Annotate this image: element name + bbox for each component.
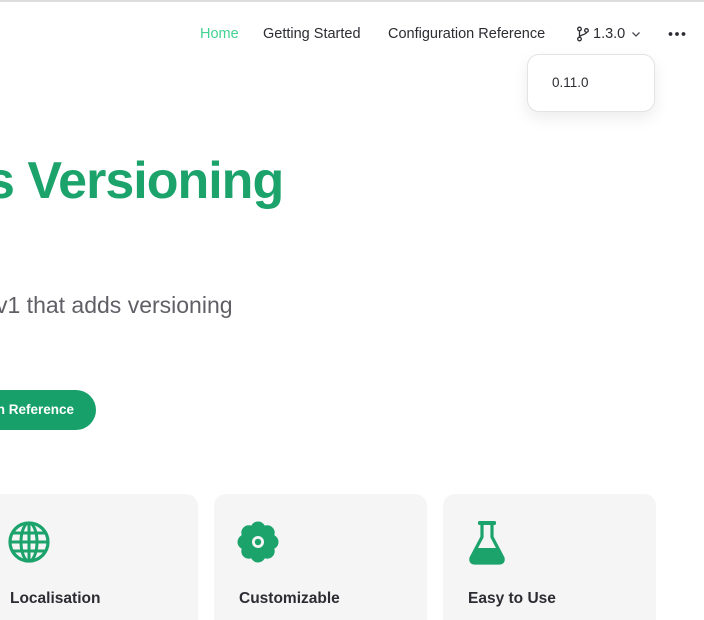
hero-title: s Versioning <box>0 152 284 210</box>
version-dropdown: 0.11.0 <box>527 54 655 112</box>
config-reference-button-label: n Reference <box>0 402 74 417</box>
feature-card-customizable: Customizable <box>214 494 427 620</box>
feature-title: Customizable <box>239 590 340 607</box>
feature-title: Easy to Use <box>468 590 556 607</box>
nav-config-reference-link[interactable]: Configuration Reference <box>388 25 545 43</box>
chevron-down-icon <box>632 32 641 37</box>
version-label: 1.3.0 <box>593 26 626 42</box>
page: Home Getting Started Configuration Refer… <box>0 0 704 620</box>
nav-getting-started-link[interactable]: Getting Started <box>263 25 361 43</box>
config-reference-button[interactable]: n Reference <box>0 390 96 430</box>
git-branch-icon <box>577 26 589 42</box>
version-option[interactable]: 0.11.0 <box>552 75 589 90</box>
flower-icon <box>237 521 279 563</box>
more-icon[interactable] <box>667 28 687 40</box>
nav-home-link[interactable]: Home <box>200 25 239 43</box>
globe-icon <box>8 521 50 563</box>
version-switcher[interactable]: 1.3.0 <box>576 24 641 44</box>
feature-title: Localisation <box>10 590 101 607</box>
hero-tagline: v1 that adds versioning <box>0 292 233 318</box>
feature-card-easy-to-use: Easy to Use <box>443 494 656 620</box>
feature-card-localisation: Localisation <box>0 494 198 620</box>
flask-icon <box>469 521 505 565</box>
